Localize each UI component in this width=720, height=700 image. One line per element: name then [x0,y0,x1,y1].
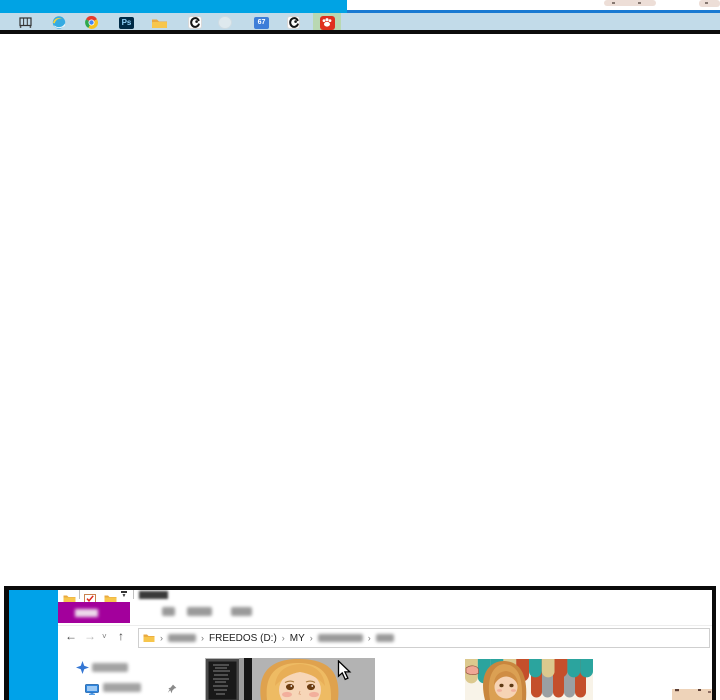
spiral-app-icon[interactable] [188,16,202,29]
forward-button[interactable]: → [84,630,96,642]
photoshop-icon-label: Ps [119,17,134,29]
pin-icon [167,681,177,699]
qat-separator [133,590,134,599]
thumbnail-image-3-partial[interactable] [672,688,712,700]
crumb-separator: › [160,633,163,643]
photoshop-icon[interactable]: Ps [119,16,134,29]
desktop-icon[interactable] [85,682,99,700]
crumb-separator: › [201,633,204,643]
crumb-blurred-2[interactable] [318,634,363,642]
sidebar-item-quick-access-blurred[interactable] [92,663,128,672]
qat-customize-dropdown[interactable]: ▼ [120,590,128,598]
address-bar[interactable]: › › FREEDOS (D:) › MY › › [138,628,710,648]
back-button[interactable]: ← [65,630,77,642]
screenshot-border-line [0,30,720,34]
folder-icon[interactable] [151,16,168,29]
cropped-ui-remnant [699,0,720,7]
file-explorer-window: ▼ ← → ˅ ↑ › › [58,590,712,700]
blue-document-app-label: 67 [254,17,269,29]
ribbon-file-tab[interactable] [58,602,130,623]
ribbon-tab-share-blurred[interactable] [187,607,212,616]
cropped-ui-remnant [604,0,656,6]
window-title-blurred [139,591,168,599]
crumb-drive[interactable]: FREEDOS (D:) [209,633,277,644]
thumbnail-image-2[interactable] [465,659,593,700]
crumb-separator: › [282,633,285,643]
crumb-folder-my[interactable]: MY [290,633,305,644]
inactive-app-icon[interactable] [217,16,232,29]
task-view-icon[interactable] [18,16,32,29]
paw-recorder-app-icon[interactable] [319,16,335,29]
crumb-blurred-1[interactable] [168,634,196,642]
mouse-cursor [337,660,352,686]
blue-document-app-icon[interactable]: 67 [254,16,269,29]
screenshot-root: Ps 67 [0,0,720,700]
qat-dropdown-glyph: ▼ [122,593,127,599]
taskbar: Ps 67 [0,13,720,30]
ribbon-tab-home-blurred[interactable] [162,607,175,616]
bottom-capture-frame: ▼ ← → ˅ ↑ › › [4,586,716,700]
quick-access-star-icon[interactable] [76,661,89,679]
edge-browser-icon[interactable] [50,16,67,29]
qat-separator [79,590,80,599]
crumb-separator: › [368,633,371,643]
file-tab-label-blurred [75,609,98,617]
address-folder-icon [143,633,155,643]
history-dropdown-button[interactable]: ˅ [102,633,107,641]
up-button[interactable]: ↑ [118,630,124,642]
sidebar-item-desktop-blurred[interactable] [103,683,141,692]
top-title-bar-fragment [0,0,347,14]
ribbon-divider [58,625,712,626]
background-window-strip [9,590,58,700]
crumb-blurred-3[interactable] [376,634,394,642]
chrome-icon[interactable] [85,16,98,29]
ribbon-tab-view-blurred[interactable] [231,607,252,616]
crumb-separator: › [310,633,313,643]
spiral-app-icon-2[interactable] [287,16,300,29]
